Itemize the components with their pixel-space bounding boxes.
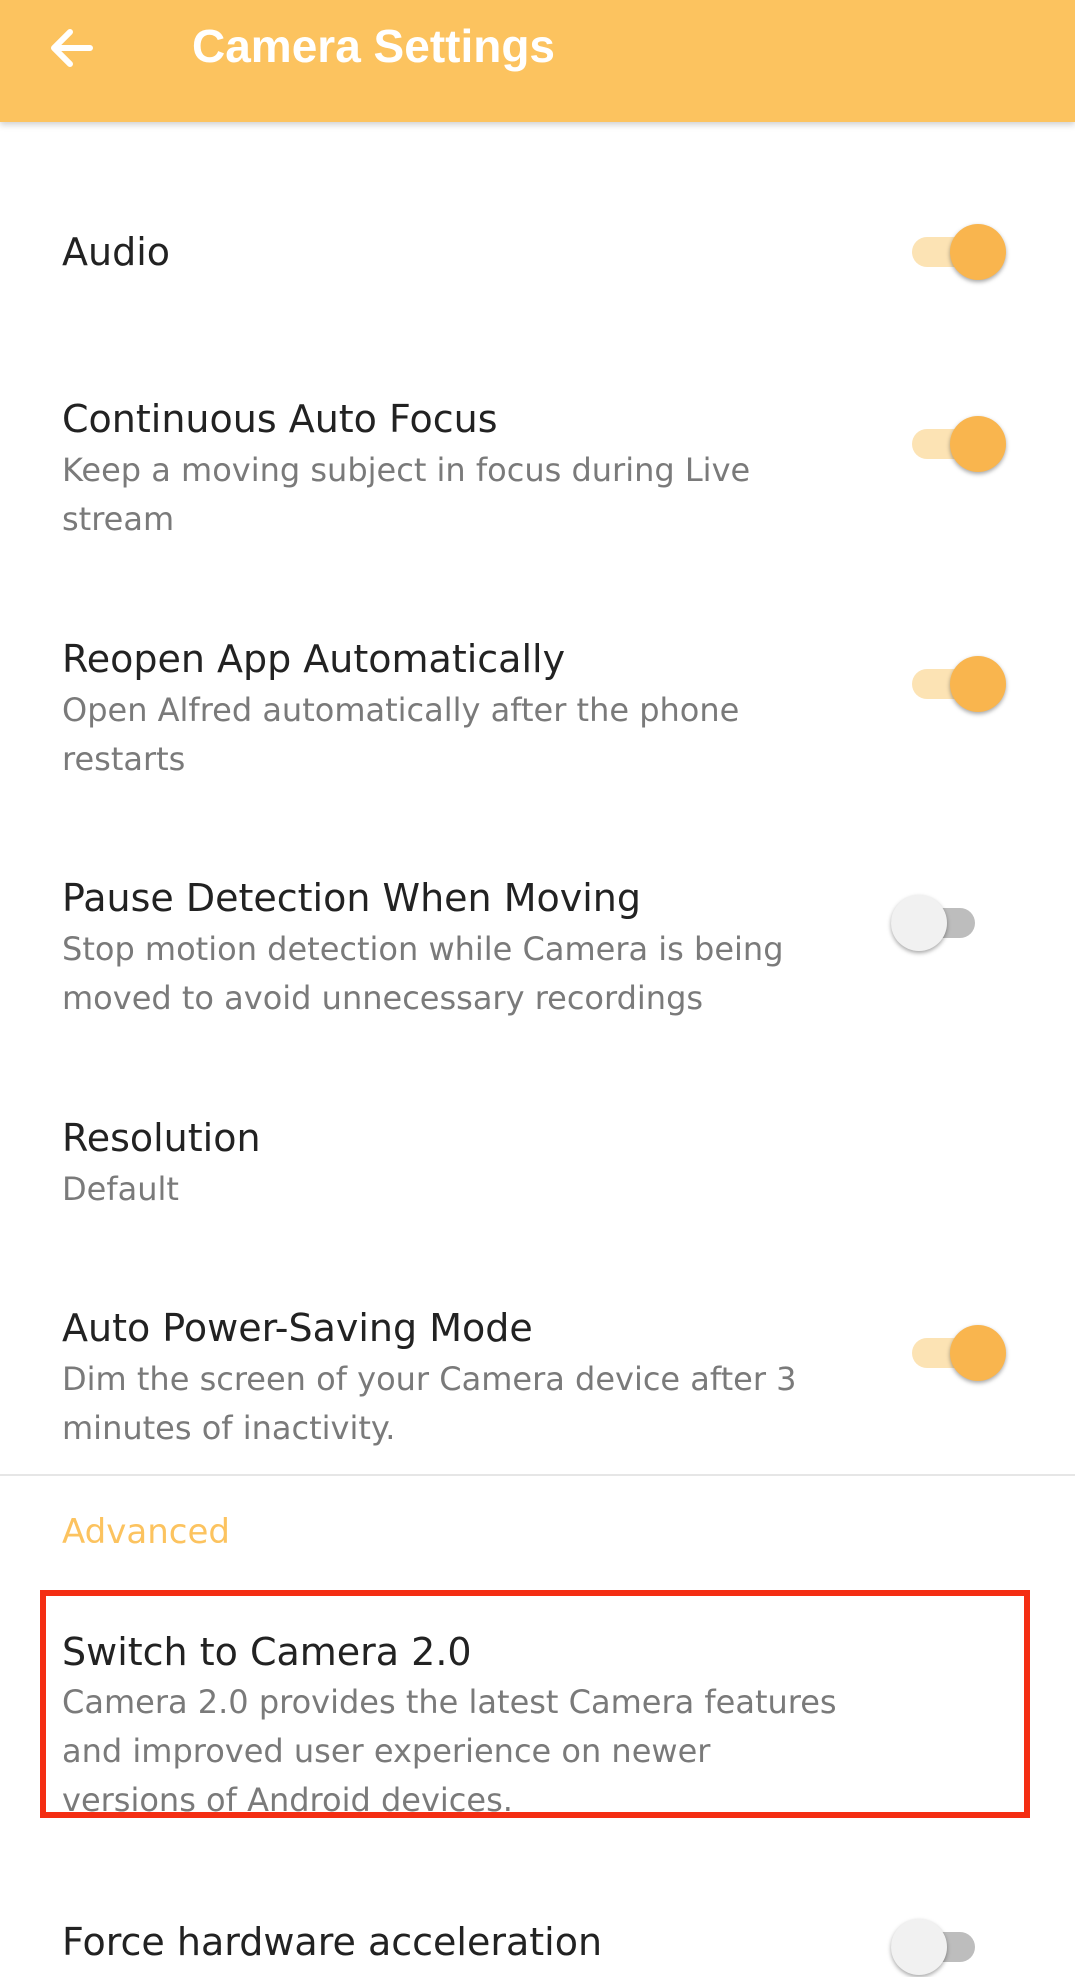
settings-list: Rear camera Audio Continuous Auto Focus … <box>0 0 1075 1975</box>
settings-item-continuous-auto-focus[interactable]: Continuous Auto Focus Keep a moving subj… <box>0 345 1075 585</box>
pause-detection-toggle-thumb <box>891 895 947 951</box>
page-title: Camera Settings <box>192 20 556 72</box>
switch-camera-2-title: Switch to Camera 2.0 <box>62 1630 472 1674</box>
pause-detection-subtitle: Stop motion detection while Camera is be… <box>62 930 784 1017</box>
force-hw-accel-toggle-thumb <box>891 1919 947 1975</box>
audio-title: Audio <box>62 230 171 274</box>
settings-item-switch-camera-2[interactable]: Switch to Camera 2.0 Camera 2.0 provides… <box>0 1590 1075 1819</box>
auto-power-saving-title: Auto Power-Saving Mode <box>62 1306 533 1350</box>
switch-camera-2-subtitle: Camera 2.0 provides the latest Camera fe… <box>62 1683 837 1819</box>
settings-item-auto-power-saving[interactable]: Auto Power-Saving Mode Dim the screen of… <box>0 1255 1075 1474</box>
arrow-left-icon <box>51 29 93 67</box>
auto-power-saving-subtitle: Dim the screen of your Camera device aft… <box>62 1360 797 1447</box>
settings-item-resolution[interactable]: Resolution Default <box>0 1065 1075 1255</box>
reopen-app-toggle-thumb <box>950 656 1006 712</box>
resolution-title: Resolution <box>62 1116 261 1160</box>
auto-power-saving-toggle[interactable] <box>912 1323 1008 1383</box>
pause-detection-title: Pause Detection When Moving <box>62 876 641 920</box>
settings-item-reopen-app[interactable]: Reopen App Automatically Open Alfred aut… <box>0 585 1075 825</box>
force-hw-accel-title: Force hardware acceleration <box>62 1920 603 1964</box>
section-divider <box>0 1474 1075 1476</box>
advanced-section-header: Advanced <box>62 1512 230 1552</box>
audio-toggle-thumb <box>950 224 1006 280</box>
settings-item-audio[interactable]: Audio <box>0 160 1075 345</box>
continuous-auto-focus-subtitle: Keep a moving subject in focus during Li… <box>62 451 751 538</box>
app-bar: Camera Settings <box>0 0 1075 122</box>
settings-item-force-hw-accel[interactable]: Force hardware acceleration <box>0 1850 1075 1975</box>
continuous-auto-focus-toggle-thumb <box>950 416 1006 472</box>
continuous-auto-focus-title: Continuous Auto Focus <box>62 397 498 441</box>
continuous-auto-focus-toggle[interactable] <box>912 414 1008 474</box>
resolution-value: Default <box>62 1170 179 1208</box>
back-button[interactable] <box>40 16 104 80</box>
reopen-app-title: Reopen App Automatically <box>62 637 566 681</box>
audio-toggle[interactable] <box>912 222 1008 282</box>
force-hw-accel-toggle[interactable] <box>891 1917 987 1977</box>
settings-item-pause-detection[interactable]: Pause Detection When Moving Stop motion … <box>0 825 1075 1065</box>
reopen-app-subtitle: Open Alfred automatically after the phon… <box>62 691 740 778</box>
reopen-app-toggle[interactable] <box>912 654 1008 714</box>
pause-detection-toggle[interactable] <box>891 893 987 953</box>
auto-power-saving-toggle-thumb <box>950 1325 1006 1381</box>
